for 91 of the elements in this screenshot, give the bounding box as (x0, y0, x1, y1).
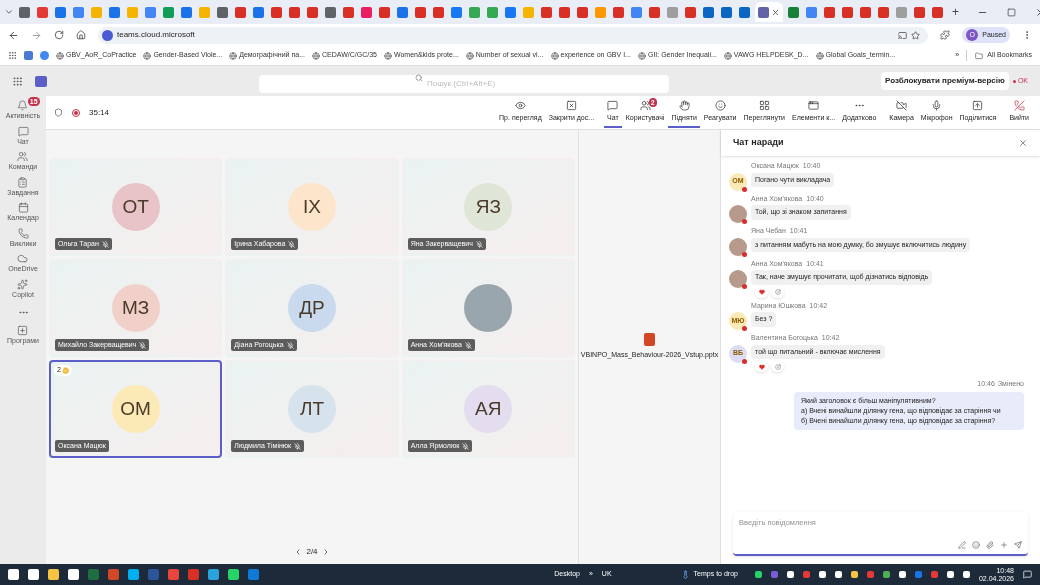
apps-icon (808, 99, 820, 111)
plus-icon[interactable] (1000, 541, 1008, 549)
address-field[interactable]: teams.cloud.microsoft (98, 26, 929, 44)
eye-icon (514, 99, 526, 111)
hang-up-icon (1013, 99, 1025, 111)
close-icon (565, 99, 577, 111)
heart-reaction[interactable] (755, 361, 768, 372)
premium-button[interactable]: Розблокувати преміум-версію (881, 72, 1009, 90)
taskbar-app-icon[interactable] (128, 569, 139, 580)
photo-placeholder (464, 284, 513, 332)
taskbar-app-icon[interactable] (168, 569, 179, 580)
globe-icon (465, 51, 474, 60)
browser-tab[interactable] (755, 2, 783, 22)
participant-avatar: АЯ (464, 385, 513, 433)
search-field[interactable]: Пошук (Ctrl+Alt+E) (259, 74, 669, 93)
search-icon (415, 74, 423, 82)
cloud-icon (17, 253, 29, 264)
tab-list-icon[interactable] (4, 7, 14, 17)
page-indicator: 2/4 (306, 546, 318, 558)
heart-icon (758, 289, 765, 295)
taskbar-app-icon[interactable] (228, 569, 239, 580)
site-logo-icon (102, 29, 113, 41)
participant-avatar: ІХ (288, 183, 336, 231)
forward-icon[interactable] (31, 29, 42, 41)
teams-logo-icon (35, 75, 47, 87)
taskbar-app-icon[interactable] (8, 569, 19, 580)
phone-icon (17, 227, 29, 239)
globe-icon (311, 51, 320, 60)
calendar-icon (17, 202, 29, 213)
add-reaction-icon (774, 289, 781, 295)
share-icon (972, 99, 984, 111)
participant-avatar: ОТ (111, 183, 160, 231)
globe-icon (56, 51, 64, 60)
meeting-timer: 35:14 (89, 106, 110, 119)
microphone-icon (931, 99, 943, 111)
home-icon[interactable] (76, 30, 86, 40)
taskbar-app-icon[interactable] (68, 569, 79, 580)
back-icon[interactable] (8, 29, 19, 41)
people-icon (639, 99, 651, 111)
people-icon (17, 151, 29, 162)
participant-avatar: ДР (288, 284, 336, 332)
close-icon[interactable] (771, 7, 780, 17)
chat-icon (607, 99, 619, 111)
new-tab-button[interactable]: + (948, 3, 963, 21)
url-text: teams.cloud.microsoft (117, 29, 195, 41)
participant-avatar: ЯЗ (464, 183, 513, 231)
clipboard-icon (17, 176, 29, 188)
bell-icon (17, 100, 29, 111)
bookmark-star-icon[interactable] (911, 30, 921, 40)
folder-icon (975, 51, 984, 60)
thermometer-icon (680, 570, 690, 579)
notifications-icon[interactable] (1023, 570, 1032, 579)
grid-icon (758, 99, 770, 111)
add-reaction-icon (774, 363, 781, 370)
hand-icon (678, 99, 690, 111)
globe-icon (383, 51, 392, 60)
taskbar-app-icon[interactable] (248, 569, 259, 580)
shield-icon (54, 108, 63, 117)
hand-icon (61, 366, 69, 374)
maximize-icon[interactable] (1007, 7, 1016, 17)
reload-icon[interactable] (54, 30, 64, 40)
app-launcher-icon[interactable] (12, 75, 23, 87)
smile-icon (714, 99, 726, 111)
globe-icon (143, 51, 152, 60)
camera-off-icon (896, 99, 908, 111)
taskbar-app-icon[interactable] (108, 569, 119, 580)
globe-icon (550, 51, 559, 60)
heart-icon (758, 363, 765, 370)
heart-reaction[interactable] (755, 286, 768, 298)
sparkles-icon (17, 278, 29, 290)
participant-avatar: ОМ (111, 385, 160, 433)
globe-icon (637, 51, 646, 60)
taskbar-app-icon[interactable] (48, 569, 59, 580)
taskbar-app-icon[interactable] (28, 569, 39, 580)
taskbar-app-icon[interactable] (208, 569, 219, 580)
apps-icon[interactable] (8, 51, 17, 60)
participant-avatar: ЛТ (288, 385, 336, 433)
taskbar-app-icon[interactable] (188, 569, 199, 580)
chat-icon (17, 125, 29, 137)
globe-icon (723, 51, 732, 60)
close-icon[interactable] (1018, 138, 1028, 148)
participant-avatar: МЗ (111, 284, 160, 332)
attach-icon[interactable] (986, 541, 994, 549)
plus-icon (17, 325, 29, 336)
globe-icon (229, 51, 238, 60)
globe-icon (815, 51, 824, 60)
presentation-file-icon (644, 333, 655, 347)
emoji-icon[interactable] (972, 541, 980, 549)
extensions-icon[interactable] (940, 30, 951, 40)
send-icon[interactable] (1014, 541, 1022, 549)
chat-title: Чат наради (733, 136, 784, 150)
